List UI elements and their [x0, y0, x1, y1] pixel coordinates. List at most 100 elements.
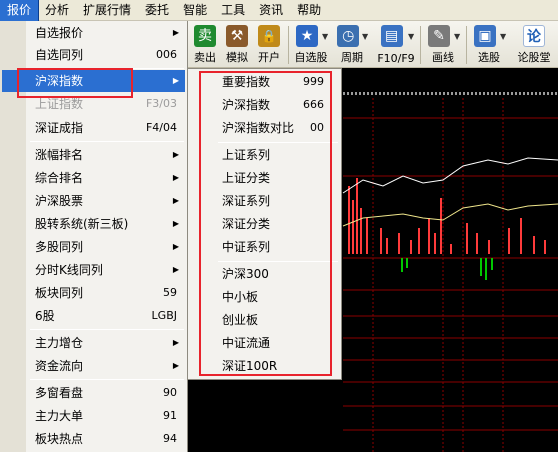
- discussion-hall-button[interactable]: 论 论股堂: [512, 24, 556, 66]
- chart-dotted-strip: [387, 92, 389, 95]
- submenu-arrow-icon: ▶: [172, 28, 179, 37]
- menu-item-capital-flow[interactable]: 资金流向 ▶: [2, 355, 185, 377]
- screen-icon: ▣: [474, 25, 496, 47]
- clock-icon: ◷: [337, 25, 360, 47]
- menu-item-label: 深证成指: [35, 121, 84, 135]
- chart-dotted-strip: [535, 92, 537, 95]
- submenu-item-csi-circulation[interactable]: 中证流通: [188, 332, 340, 354]
- menu-item-shortcut: 006: [156, 48, 177, 61]
- chart-dotted-strip: [427, 92, 429, 95]
- menu-smart[interactable]: 智能: [176, 0, 214, 21]
- menu-analysis[interactable]: 分析: [38, 0, 76, 21]
- submenu-item-szse-categories[interactable]: 深证分类: [188, 213, 340, 235]
- chart-volume-bar: [488, 240, 490, 254]
- chart-volume-bar: [491, 258, 493, 270]
- submenu-item-index-compare[interactable]: 沪深指数对比 00: [188, 117, 340, 139]
- chevron-down-icon[interactable]: ▼: [454, 32, 460, 41]
- menu-item-label: 上证指数: [35, 97, 84, 111]
- menu-item-composite-ranking[interactable]: 综合排名 ▶: [2, 167, 185, 189]
- stock-screener-button[interactable]: ▣ ▼ 选股: [469, 24, 509, 66]
- submenu-item-chinext[interactable]: 创业板: [188, 309, 340, 331]
- menu-item-watchlist-quotes[interactable]: 自选报价 ▶: [2, 22, 185, 44]
- chart-dotted-strip: [439, 92, 441, 95]
- submenu-separator: [218, 261, 338, 262]
- submenu-item-sh-sz-indices[interactable]: 沪深指数 666: [188, 94, 340, 116]
- chart-dotted-strip: [359, 92, 361, 95]
- lock-icon: 🔒: [258, 25, 280, 47]
- draw-line-button[interactable]: ✎ ▼ 画线: [423, 24, 463, 66]
- submenu-arrow-icon: ▶: [172, 265, 179, 274]
- open-account-button[interactable]: 🔒 开户: [254, 24, 284, 66]
- menu-item-intraday-kline[interactable]: 分时K线同列 ▶: [2, 259, 185, 281]
- discussion-hall-button-label: 论股堂: [517, 51, 551, 64]
- simulate-button[interactable]: ⚒ 模拟: [222, 24, 252, 66]
- chart-dotted-strip: [503, 92, 505, 95]
- menu-separator: [30, 329, 184, 330]
- menu-separator: [30, 141, 184, 142]
- menu-trade[interactable]: 委托: [138, 0, 176, 21]
- chart-dotted-strip: [351, 92, 353, 95]
- menu-tools[interactable]: 工具: [214, 0, 252, 21]
- submenu-item-shortcut: 666: [303, 98, 324, 111]
- menu-item-neeq[interactable]: 股转系统(新三板) ▶: [2, 213, 185, 235]
- chevron-down-icon[interactable]: ▼: [322, 32, 328, 41]
- chevron-down-icon[interactable]: ▼: [362, 32, 368, 41]
- submenu-item-sse-series[interactable]: 上证系列: [188, 144, 340, 166]
- submenu-item-szse-series[interactable]: 深证系列: [188, 190, 340, 212]
- menu-item-shanghai-shenzhen-index[interactable]: 沪深指数 ▶: [2, 70, 185, 92]
- submenu-item-label: 上证分类: [222, 171, 271, 185]
- chart-dotted-strip: [399, 92, 401, 95]
- chart-volume-bar: [434, 233, 436, 254]
- chevron-down-icon[interactable]: ▼: [500, 32, 506, 41]
- chart-dotted-strip: [511, 92, 513, 95]
- f10-f9-button-label: F10/F9: [377, 52, 415, 65]
- menu-news[interactable]: 资讯: [252, 0, 290, 21]
- menu-item-a-shares[interactable]: 沪深股票 ▶: [2, 190, 185, 212]
- menu-item-multi-stock[interactable]: 多股同列 ▶: [2, 236, 185, 258]
- submenu-item-shortcut: 00: [310, 121, 324, 134]
- menu-item-shanghai-composite[interactable]: 上证指数 F3/03: [2, 93, 185, 115]
- chart-dotted-strip: [523, 92, 525, 95]
- chart-dotted-strip: [555, 92, 557, 95]
- menu-item-main-force-increase[interactable]: 主力增仓 ▶: [2, 332, 185, 354]
- menu-item-shenzhen-component[interactable]: 深证成指 F4/04: [2, 117, 185, 139]
- submenu-item-key-indices[interactable]: 重要指数 999: [188, 71, 340, 93]
- menu-help[interactable]: 帮助: [290, 0, 328, 21]
- chart-volume-bar: [352, 200, 354, 254]
- chart-volume-bar: [466, 223, 468, 254]
- f10-f9-button[interactable]: ▤ ▼ F10/F9: [374, 24, 418, 66]
- submenu-item-sme-board[interactable]: 中小板: [188, 286, 340, 308]
- menu-item-sector-columns[interactable]: 板块同列 59: [2, 282, 185, 304]
- chevron-down-icon[interactable]: ▼: [408, 32, 414, 41]
- chart-dotted-strip: [539, 92, 541, 95]
- menu-item-shortcut: 59: [163, 286, 177, 299]
- toolbar-separator: [288, 26, 289, 64]
- menu-item-label: 自选同列: [35, 48, 84, 62]
- chart-volume-bar: [520, 218, 522, 254]
- chart-dotted-strip: [367, 92, 369, 95]
- menu-extended-quotes[interactable]: 扩展行情: [76, 0, 138, 21]
- menu-item-six-stocks[interactable]: 6股 LGBJ: [2, 305, 185, 327]
- menu-item-watchlist-columns[interactable]: 自选同列 006: [2, 44, 185, 66]
- submenu-item-label: 上证系列: [222, 148, 271, 162]
- menu-quote[interactable]: 报价: [0, 0, 40, 22]
- submenu-item-sse-categories[interactable]: 上证分类: [188, 167, 340, 189]
- submenu-item-szse100r[interactable]: 深证100R: [188, 355, 340, 377]
- menu-item-sector-hotspots[interactable]: 板块热点 94: [2, 428, 185, 450]
- menu-item-shortcut: F4/04: [145, 121, 177, 134]
- watchlist-button[interactable]: ★ ▼ 自选股: [291, 24, 331, 66]
- submenu-item-label: 沪深指数: [222, 98, 271, 112]
- chart-dotted-strip: [419, 92, 421, 95]
- menu-item-multi-window[interactable]: 多窗看盘 90: [2, 382, 185, 404]
- watchlist-button-label: 自选股: [294, 51, 328, 64]
- chart-dotted-strip: [451, 92, 453, 95]
- chart-volume-bar: [480, 258, 482, 276]
- menu-item-label: 多窗看盘: [35, 386, 84, 400]
- menu-item-gain-ranking[interactable]: 涨幅排名 ▶: [2, 144, 185, 166]
- submenu-item-csi300[interactable]: 沪深300: [188, 263, 340, 285]
- menu-item-large-orders[interactable]: 主力大单 91: [2, 405, 185, 427]
- sell-button-label: 卖出: [194, 51, 216, 64]
- sell-button[interactable]: 卖 卖出: [190, 24, 220, 66]
- submenu-item-csi-series[interactable]: 中证系列: [188, 236, 340, 258]
- period-button[interactable]: ◷ ▼ 周期: [333, 24, 371, 66]
